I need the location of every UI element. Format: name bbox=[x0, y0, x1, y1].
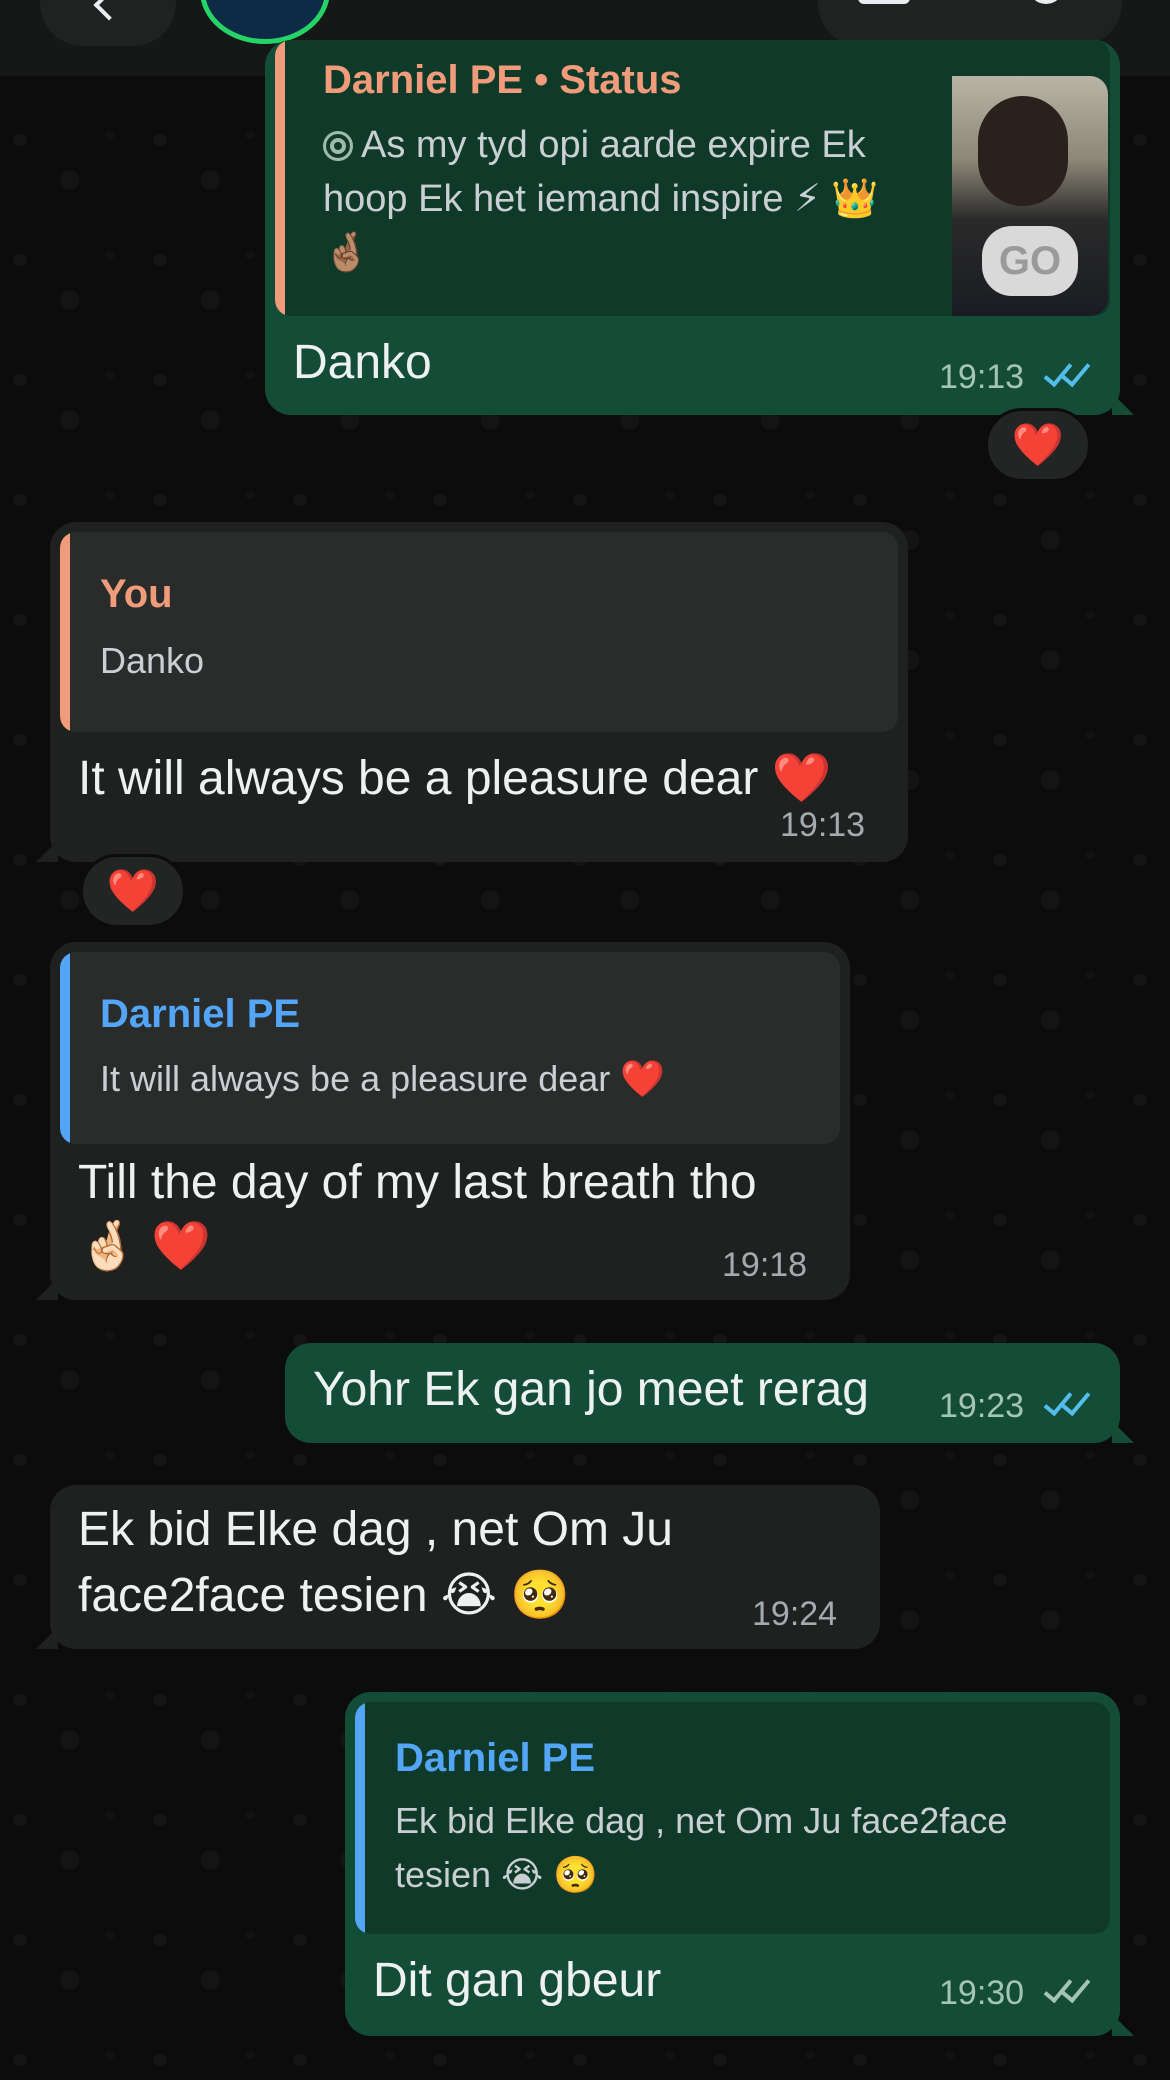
message-text: Ek bid Elke dag , net Om Ju bbox=[78, 1503, 673, 1556]
quoted-message[interactable]: You Danko bbox=[60, 532, 898, 732]
status-icon bbox=[323, 131, 353, 161]
quote-bar bbox=[60, 952, 70, 1144]
message-text: It will always be a pleasure dear ❤️ bbox=[78, 752, 832, 805]
quote-author: Darniel PE • Status bbox=[323, 58, 682, 102]
message-time: 19:23 bbox=[939, 1387, 1025, 1425]
phone-call-icon[interactable] bbox=[1028, 0, 1064, 4]
message-text: Dit gan gbeur bbox=[373, 1954, 662, 2007]
message-text: Yohr Ek gan jo meet rerag bbox=[313, 1363, 869, 1416]
quote-text: It will always be a pleasure dear ❤️ bbox=[100, 1058, 666, 1099]
quote-bar bbox=[60, 532, 70, 732]
back-button[interactable] bbox=[40, 0, 176, 46]
quoted-message[interactable]: Darniel PE It will always be a pleasure … bbox=[60, 952, 840, 1144]
message-time: 19:13 bbox=[780, 806, 866, 844]
reaction-emoji: ❤️ bbox=[106, 866, 160, 914]
quote-bar bbox=[355, 1702, 365, 1934]
message-text: Danko bbox=[293, 336, 432, 389]
chevron-left-icon bbox=[93, 0, 125, 21]
message-bubble-incoming[interactable]: Ek bid Elke dag , net Om Ju face2face te… bbox=[36, 1485, 880, 1649]
message-time: 19:30 bbox=[939, 1974, 1025, 2012]
quote-author: Darniel PE bbox=[395, 1736, 596, 1780]
reaction-badge[interactable]: ❤️ bbox=[985, 408, 1091, 482]
quote-author: You bbox=[100, 572, 173, 616]
quote-text: 🤞🏽 bbox=[323, 232, 371, 274]
message-text: Till the day of my last breath tho bbox=[78, 1156, 757, 1209]
video-call-icon[interactable] bbox=[858, 0, 910, 4]
message-bubble-incoming[interactable]: Darniel PE It will always be a pleasure … bbox=[36, 942, 850, 1300]
quote-text: As my tyd opi aarde expire Ek bbox=[323, 118, 866, 172]
read-ticks-icon bbox=[1043, 356, 1093, 392]
message-bubble-incoming[interactable]: You Danko It will always be a pleasure d… bbox=[36, 522, 908, 862]
quote-text: tesien 😭 🥺 bbox=[395, 1854, 598, 1895]
message-time: 19:24 bbox=[752, 1595, 838, 1633]
message-text: face2face tesien 😭 🥺 bbox=[78, 1569, 571, 1622]
reaction-emoji: ❤️ bbox=[1011, 420, 1065, 468]
quote-author: Darniel PE bbox=[100, 992, 301, 1036]
delivered-ticks-icon bbox=[1043, 1972, 1093, 2008]
quote-bar bbox=[275, 40, 285, 316]
thumbnail-figure bbox=[978, 96, 1068, 206]
reaction-badge[interactable]: ❤️ bbox=[80, 854, 186, 928]
message-time: 19:18 bbox=[722, 1246, 808, 1284]
thumbnail-pendant: GO bbox=[982, 226, 1078, 296]
contact-avatar[interactable] bbox=[200, 0, 330, 44]
message-bubble-outgoing[interactable]: Yohr Ek gan jo meet rerag 19:23 bbox=[285, 1343, 1134, 1443]
message-time: 19:13 bbox=[939, 358, 1025, 396]
quote-text: Danko bbox=[100, 640, 205, 681]
status-thumbnail[interactable]: GO bbox=[952, 76, 1108, 316]
quoted-message[interactable]: Darniel PE Ek bid Elke dag , net Om Ju f… bbox=[355, 1702, 1110, 1934]
message-text: 🤞🏻 ❤️ bbox=[78, 1220, 211, 1273]
read-ticks-icon bbox=[1043, 1385, 1093, 1421]
quote-text: hoop Ek het iemand inspire ⚡ 👑 bbox=[323, 178, 879, 220]
message-bubble-outgoing[interactable]: Darniel PE Ek bid Elke dag , net Om Ju f… bbox=[345, 1692, 1134, 2036]
quote-text: Ek bid Elke dag , net Om Ju face2face bbox=[395, 1800, 1008, 1841]
